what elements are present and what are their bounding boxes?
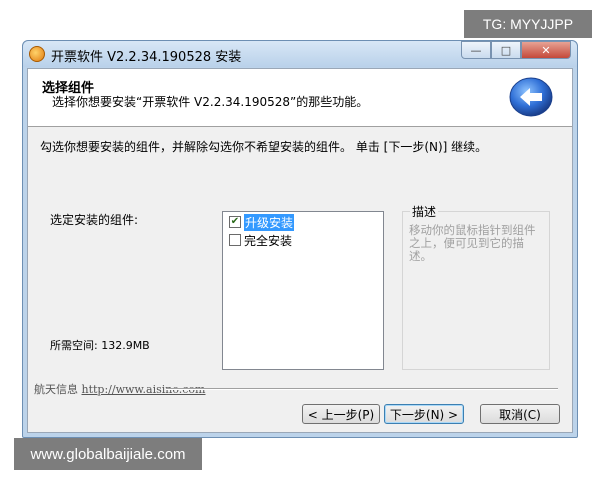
cancel-button[interactable]: 取消(C)	[480, 404, 560, 424]
watermark-site: www.globalbaijiale.com	[14, 438, 202, 470]
description-group: 描述 移动你的鼠标指针到组件之上，便可见到它的描述。	[402, 203, 550, 370]
space-required: 所需空间: 132.9MB	[50, 339, 150, 352]
component-item-upgrade[interactable]: ✔ 升级安装	[229, 213, 295, 231]
description-text: 移动你的鼠标指针到组件之上，便可见到它的描述。	[409, 223, 536, 263]
checkbox-full[interactable]	[229, 234, 241, 246]
app-icon	[29, 46, 45, 62]
divider	[166, 388, 558, 390]
title-bar[interactable]: 开票软件 V2.2.34.190528 安装 — □ ✕	[23, 41, 577, 67]
next-button[interactable]: 下一步(N) >	[384, 404, 464, 424]
page-title: 选择组件	[42, 81, 95, 96]
components-label: 选定安装的组件:	[50, 213, 139, 227]
company-name: 航天信息	[34, 383, 78, 396]
component-label-upgrade: 升级安装	[244, 213, 295, 231]
close-button[interactable]: ✕	[521, 41, 571, 59]
components-list[interactable]: ✔ 升级安装 完全安装	[222, 211, 384, 370]
back-button[interactable]: < 上一步(P)	[302, 404, 380, 424]
checkbox-upgrade[interactable]: ✔	[229, 216, 241, 228]
instruction-text: 勾选你想要安装的组件，并解除勾选你不希望安装的组件。 单击 [下一步(N)] 继…	[40, 140, 488, 154]
description-frame: 移动你的鼠标指针到组件之上，便可见到它的描述。	[402, 211, 550, 370]
description-legend: 描述	[410, 203, 439, 220]
back-arrow-icon	[509, 77, 553, 117]
window-title: 开票软件 V2.2.34.190528 安装	[51, 50, 242, 65]
dialog-body: 选择组件 选择你想要安装“开票软件 V2.2.34.190528”的那些功能。 …	[27, 68, 573, 433]
component-item-full[interactable]: 完全安装	[229, 232, 292, 248]
watermark-tg: TG: MYYJJPP	[464, 10, 592, 38]
maximize-button[interactable]: □	[491, 41, 521, 59]
component-label-full: 完全安装	[244, 233, 293, 248]
installer-window: 开票软件 V2.2.34.190528 安装 — □ ✕ 选择组件 选择你想要安…	[22, 40, 578, 438]
header-panel: 选择组件 选择你想要安装“开票软件 V2.2.34.190528”的那些功能。	[28, 69, 572, 127]
page-subtitle: 选择你想要安装“开票软件 V2.2.34.190528”的那些功能。	[52, 95, 369, 109]
minimize-button[interactable]: —	[461, 41, 491, 59]
